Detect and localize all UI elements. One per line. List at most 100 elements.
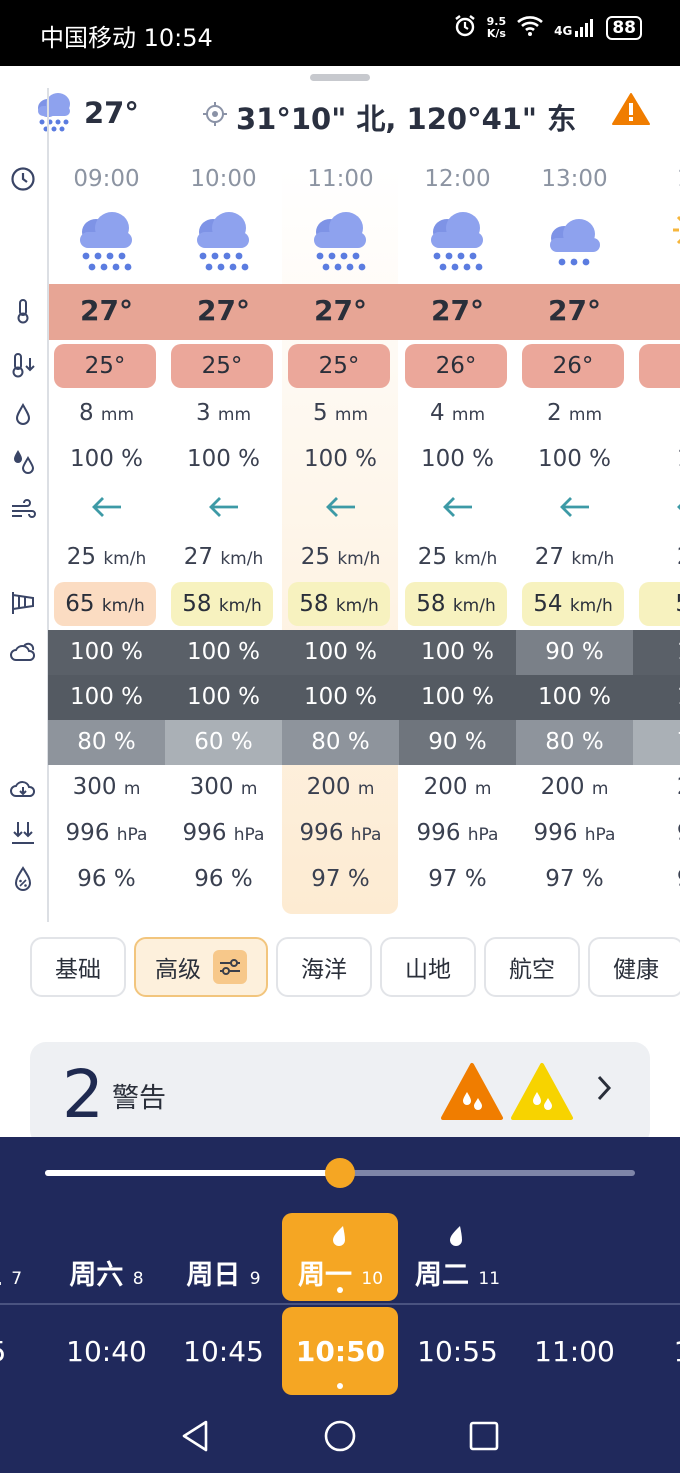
warning-count: 2 xyxy=(62,1056,104,1133)
wind-speed: 27 km/h xyxy=(165,544,282,570)
feels-like-pill: 25° xyxy=(54,344,156,388)
tab-0[interactable]: 基础 xyxy=(30,937,126,997)
cloud-high: 80 % xyxy=(48,720,165,765)
precipitation-probability-icon xyxy=(10,448,36,474)
feels-like-pill: 26° xyxy=(522,344,624,388)
cloud-base-value: 200 xyxy=(306,774,351,800)
temperature-value: 27° xyxy=(314,294,367,327)
time-item[interactable]: 35 xyxy=(0,1335,47,1368)
temperature-value: 27° xyxy=(197,294,250,327)
home-icon[interactable] xyxy=(323,1419,357,1457)
time-item[interactable]: 11 xyxy=(633,1335,680,1368)
wind-speed-unit: km/h xyxy=(220,549,264,569)
precip-probability: 100 % xyxy=(537,446,612,472)
day-name: 周六 xyxy=(69,1260,124,1291)
precipitation: 8 mm xyxy=(48,400,165,426)
temperature-value: 27° xyxy=(431,294,484,327)
time-item[interactable]: 10:55 xyxy=(399,1335,516,1368)
wind-direction-arrow-icon xyxy=(48,492,165,527)
wind-speed-value: 27 xyxy=(534,544,565,570)
gust-value: 58 xyxy=(299,591,329,617)
gust-value: 58 xyxy=(675,591,680,617)
slider-thumb[interactable] xyxy=(325,1158,355,1188)
precipitation-unit: mm xyxy=(451,405,486,425)
day-name: 周一 xyxy=(297,1260,352,1291)
day-item[interactable]: 周六 8 xyxy=(48,1253,165,1292)
precipitation-value: 3 xyxy=(195,400,211,426)
thermometer-icon xyxy=(10,298,36,324)
precipitation-icon xyxy=(10,402,36,428)
heavy-rain-icon xyxy=(425,210,489,276)
hourly-grid: 09:00 27° 25° 8 mm 100 % 25 km/h 65 km/h 100 % 1… xyxy=(0,0,680,930)
pressure-value: 996 xyxy=(533,820,578,846)
precipitation: 1 xyxy=(633,400,680,426)
cloud-cover-icon xyxy=(10,640,36,666)
tab-1[interactable]: 高级 xyxy=(134,937,268,997)
cloud-mid: 100 % xyxy=(516,675,633,720)
day-item[interactable]: 周二 11 xyxy=(399,1253,516,1292)
gust-unit: km/h xyxy=(335,596,379,616)
time-item[interactable]: 11:00 xyxy=(516,1335,633,1368)
precipitation-unit: mm xyxy=(100,405,135,425)
cloud-mid: 10 xyxy=(633,675,680,720)
wind-speed: 25 km/h xyxy=(48,544,165,570)
cloud-mid: 100 % xyxy=(165,675,282,720)
wind-direction-arrow-icon xyxy=(399,492,516,527)
precip-probability: 100 % xyxy=(303,446,378,472)
time-item[interactable]: 10:45 xyxy=(165,1335,282,1368)
cloud-base-icon xyxy=(10,776,36,802)
cloud-low: 100 % xyxy=(48,630,165,675)
hour-column[interactable]: 14221 1027 58 10107020 99 97 xyxy=(633,0,680,930)
tab-4[interactable]: 航空 xyxy=(484,937,580,997)
time-item[interactable]: 10:50 xyxy=(282,1335,399,1368)
gust-value: 65 xyxy=(65,591,95,617)
pressure-unit: hPa xyxy=(584,825,616,845)
cloud-low: 100 % xyxy=(399,630,516,675)
hour-column[interactable]: 10:00 27° 25° 3 mm 100 % 27 km/h 58 km/h 100 % 1… xyxy=(165,0,282,930)
temperature-value: 27° xyxy=(548,294,601,327)
pressure-unit: hPa xyxy=(467,825,499,845)
gust-pill: 58 km/h xyxy=(288,582,390,626)
pressure-icon xyxy=(10,820,36,846)
day-name: 周二 xyxy=(414,1260,469,1291)
warnings-card[interactable]: 2 警告 xyxy=(30,1042,650,1146)
cloud-low: 100 % xyxy=(165,630,282,675)
hour-time: 09:00 xyxy=(73,166,140,192)
wind-speed-value: 27 xyxy=(183,544,214,570)
wind-speed: 25 km/h xyxy=(282,544,399,570)
clock-icon xyxy=(10,166,36,192)
wind-direction-arrow-icon xyxy=(165,492,282,527)
heavy-rain-icon xyxy=(308,210,372,276)
pressure: 996 hPa xyxy=(399,820,516,846)
precipitation: 2 mm xyxy=(516,400,633,426)
cloud-high: 60 % xyxy=(165,720,282,765)
time-item[interactable]: 10:40 xyxy=(48,1335,165,1368)
tab-5[interactable]: 健康 xyxy=(588,937,680,997)
precipitation-unit: mm xyxy=(217,405,252,425)
hour-column[interactable]: 11:00 27° 25° 5 mm 100 % 25 km/h 58 km/h 100 % 1… xyxy=(282,0,399,930)
cloud-base: 300 m xyxy=(165,774,282,800)
back-icon[interactable] xyxy=(180,1419,210,1457)
warning-label: 警告 xyxy=(112,1083,166,1114)
hour-column[interactable]: 09:00 27° 25° 8 mm 100 % 25 km/h 65 km/h 100 % 1… xyxy=(48,0,165,930)
precip-probability: 100 % xyxy=(186,446,261,472)
precipitation-unit: mm xyxy=(568,405,603,425)
view-tabs: 基础 高级 海洋 山地 航空 健康 xyxy=(30,937,680,997)
settings-sliders-icon[interactable] xyxy=(213,950,247,984)
tab-3[interactable]: 山地 xyxy=(380,937,476,997)
wind-direction-arrow-icon xyxy=(282,492,399,527)
day-item[interactable]: 周日 9 xyxy=(165,1253,282,1292)
heavy-rain-icon xyxy=(191,210,255,276)
time-slider[interactable] xyxy=(45,1158,635,1188)
hour-column[interactable]: 13:00 27° 26° 2 mm 100 % 27 km/h 54 km/h 90 % 10… xyxy=(516,0,633,930)
gust-windsock-icon xyxy=(10,590,36,616)
humidity-value: 96 % xyxy=(194,866,253,892)
cloud-base: 300 m xyxy=(48,774,165,800)
recents-icon[interactable] xyxy=(469,1421,499,1455)
tab-label: 海洋 xyxy=(301,957,347,983)
tab-2[interactable]: 海洋 xyxy=(276,937,372,997)
tab-label: 航空 xyxy=(509,957,555,983)
feels-like-pill: 25° xyxy=(288,344,390,388)
rain-warning-icon xyxy=(440,1062,504,1126)
hour-column[interactable]: 12:00 27° 26° 4 mm 100 % 25 km/h 58 km/h 100 % 1… xyxy=(399,0,516,930)
